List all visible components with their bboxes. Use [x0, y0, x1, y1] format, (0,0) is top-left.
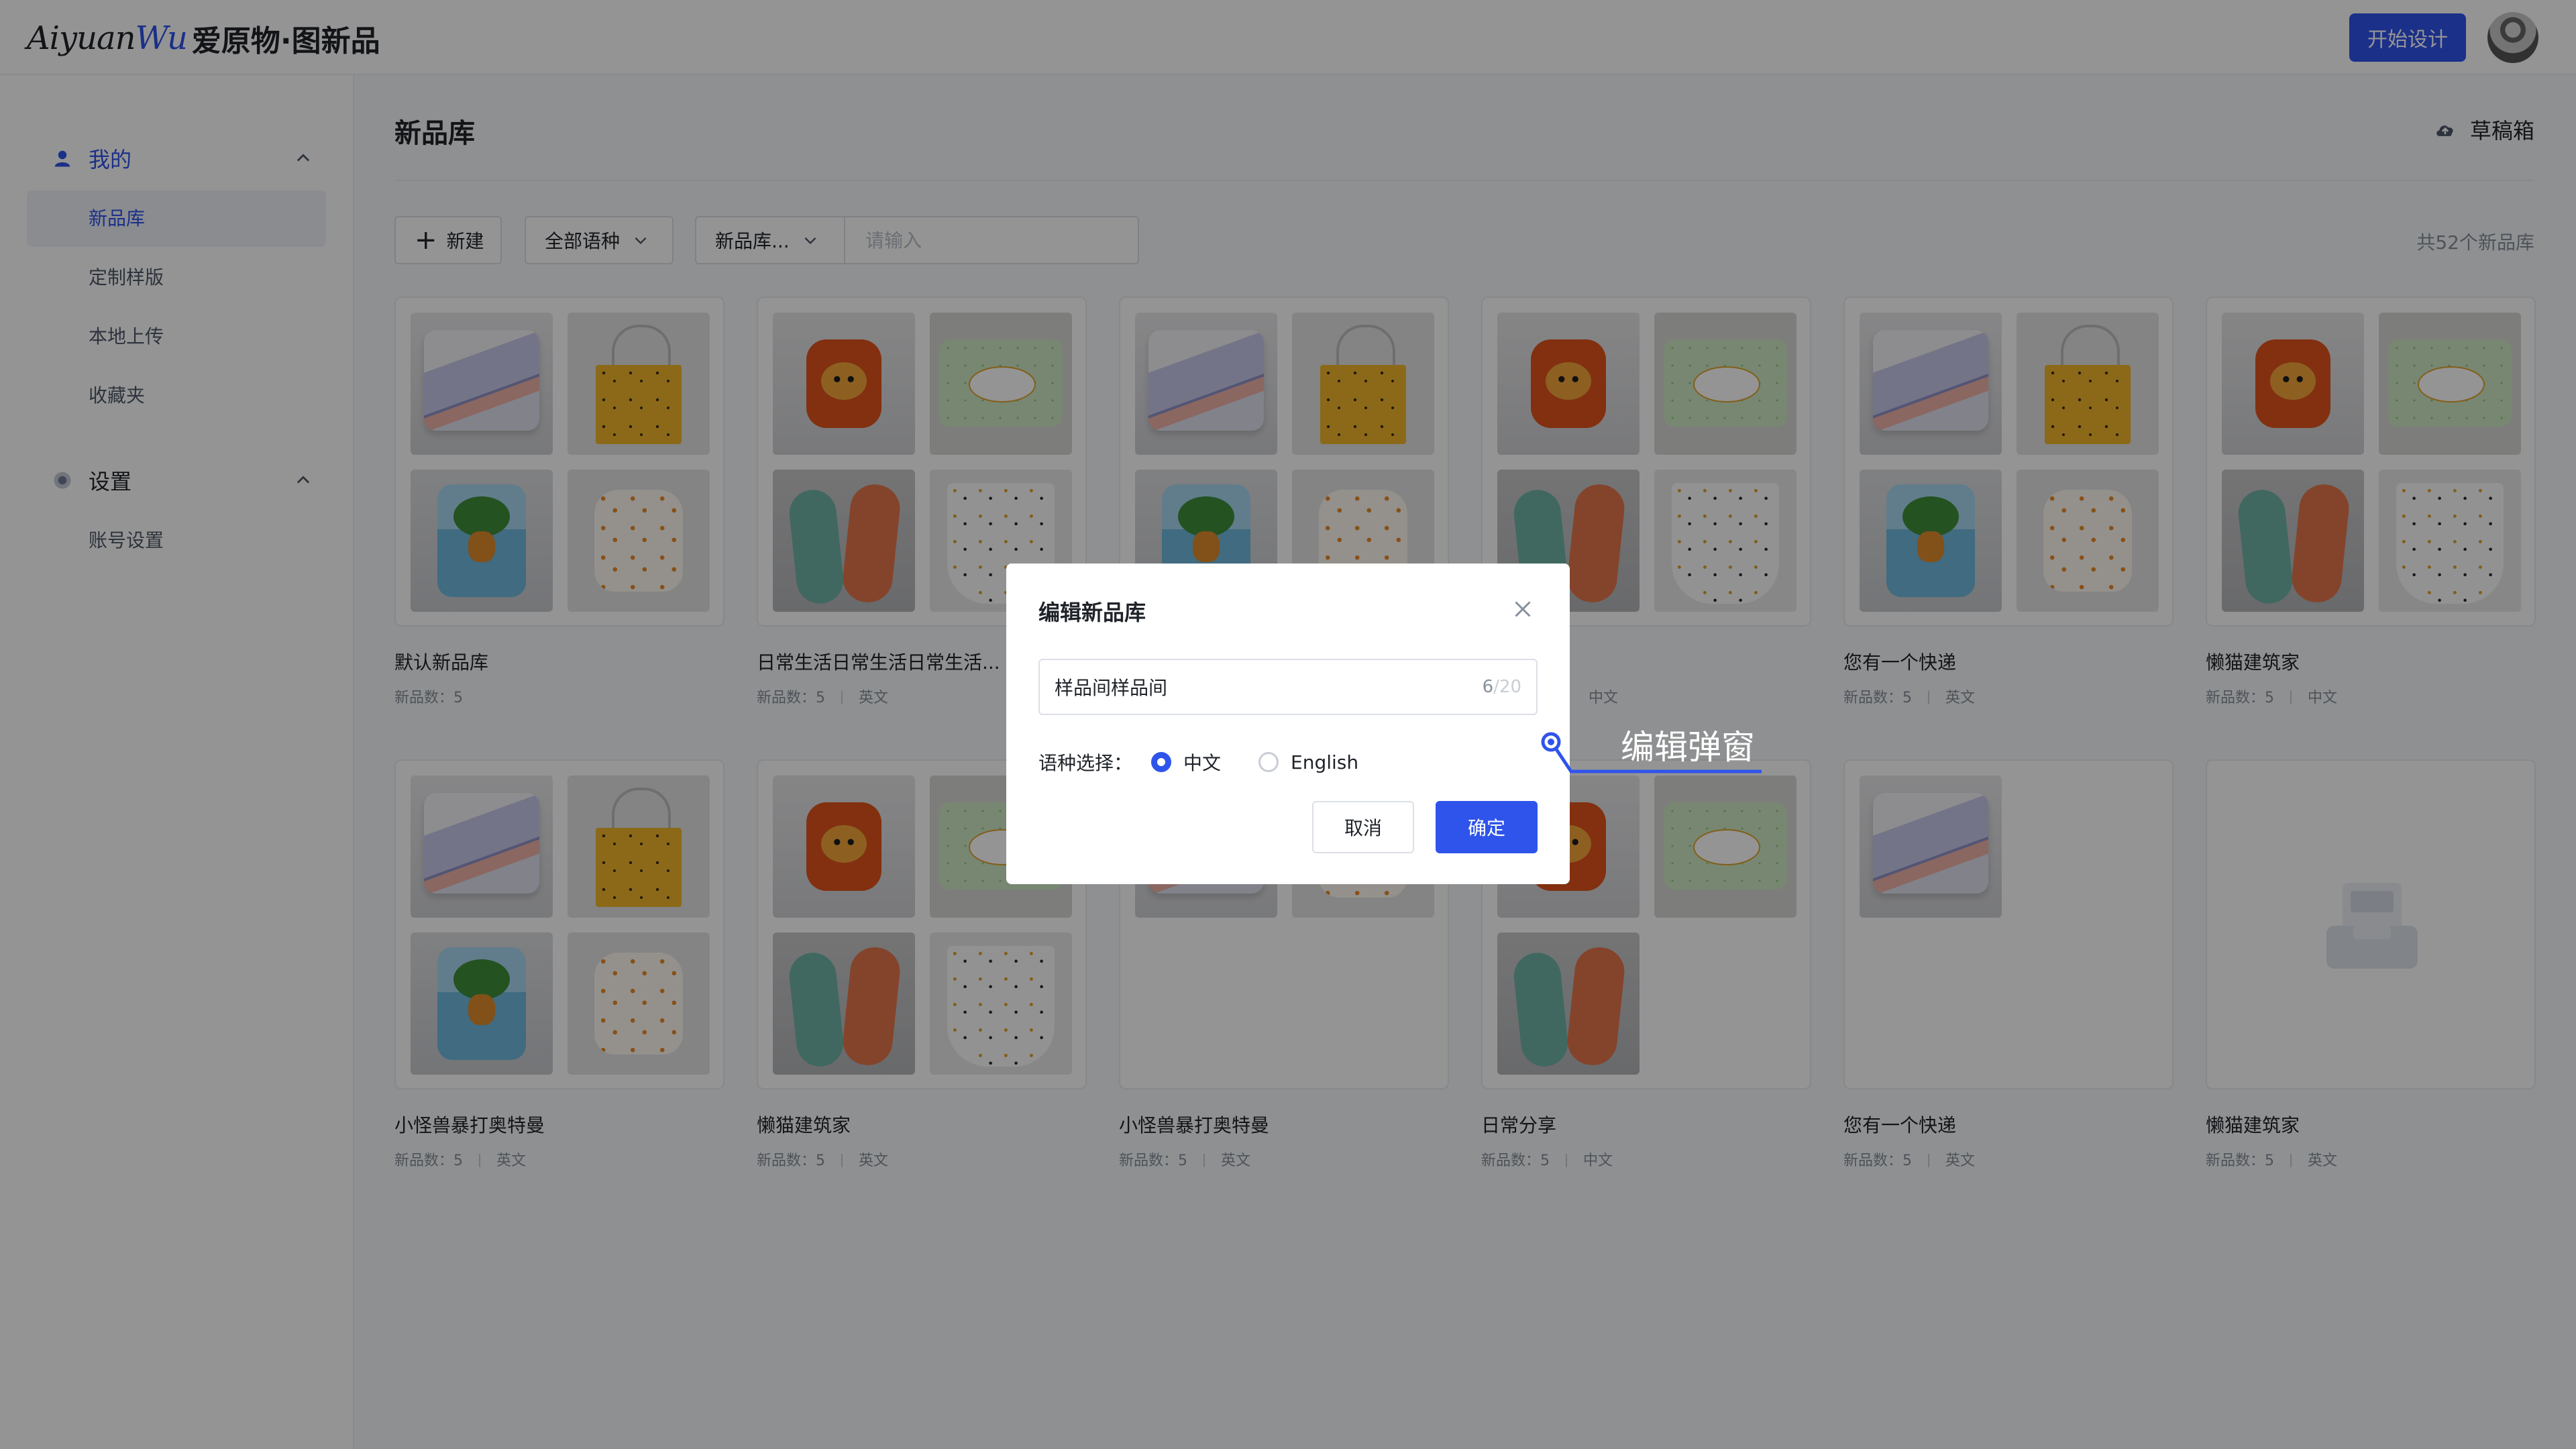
close-icon[interactable] — [1511, 597, 1535, 621]
radio-checked-icon — [1151, 752, 1172, 772]
radio-chinese[interactable]: 中文 — [1151, 749, 1221, 775]
annotation-label: 编辑弹窗 — [1621, 728, 1755, 767]
language-label: 语种选择： — [1038, 752, 1133, 774]
radio-label: 中文 — [1183, 752, 1222, 774]
cancel-button[interactable]: 取消 — [1312, 801, 1414, 853]
edit-library-dialog: 编辑新品库 6/20 语种选择： 中文 English 取消 确定 — [1006, 564, 1570, 884]
radio-english[interactable]: English — [1258, 751, 1358, 773]
confirm-button[interactable]: 确定 — [1436, 801, 1538, 853]
char-max: /20 — [1493, 677, 1521, 697]
radio-label: English — [1291, 751, 1359, 773]
char-counter: 6/20 — [1483, 677, 1521, 697]
language-selector: 语种选择： 中文 English — [1038, 749, 1396, 775]
dialog-title: 编辑新品库 — [1038, 600, 1146, 625]
radio-unchecked-icon — [1258, 752, 1279, 772]
library-name-field: 6/20 — [1038, 659, 1538, 715]
char-count: 6 — [1482, 677, 1494, 697]
library-name-input[interactable] — [1040, 663, 1483, 711]
